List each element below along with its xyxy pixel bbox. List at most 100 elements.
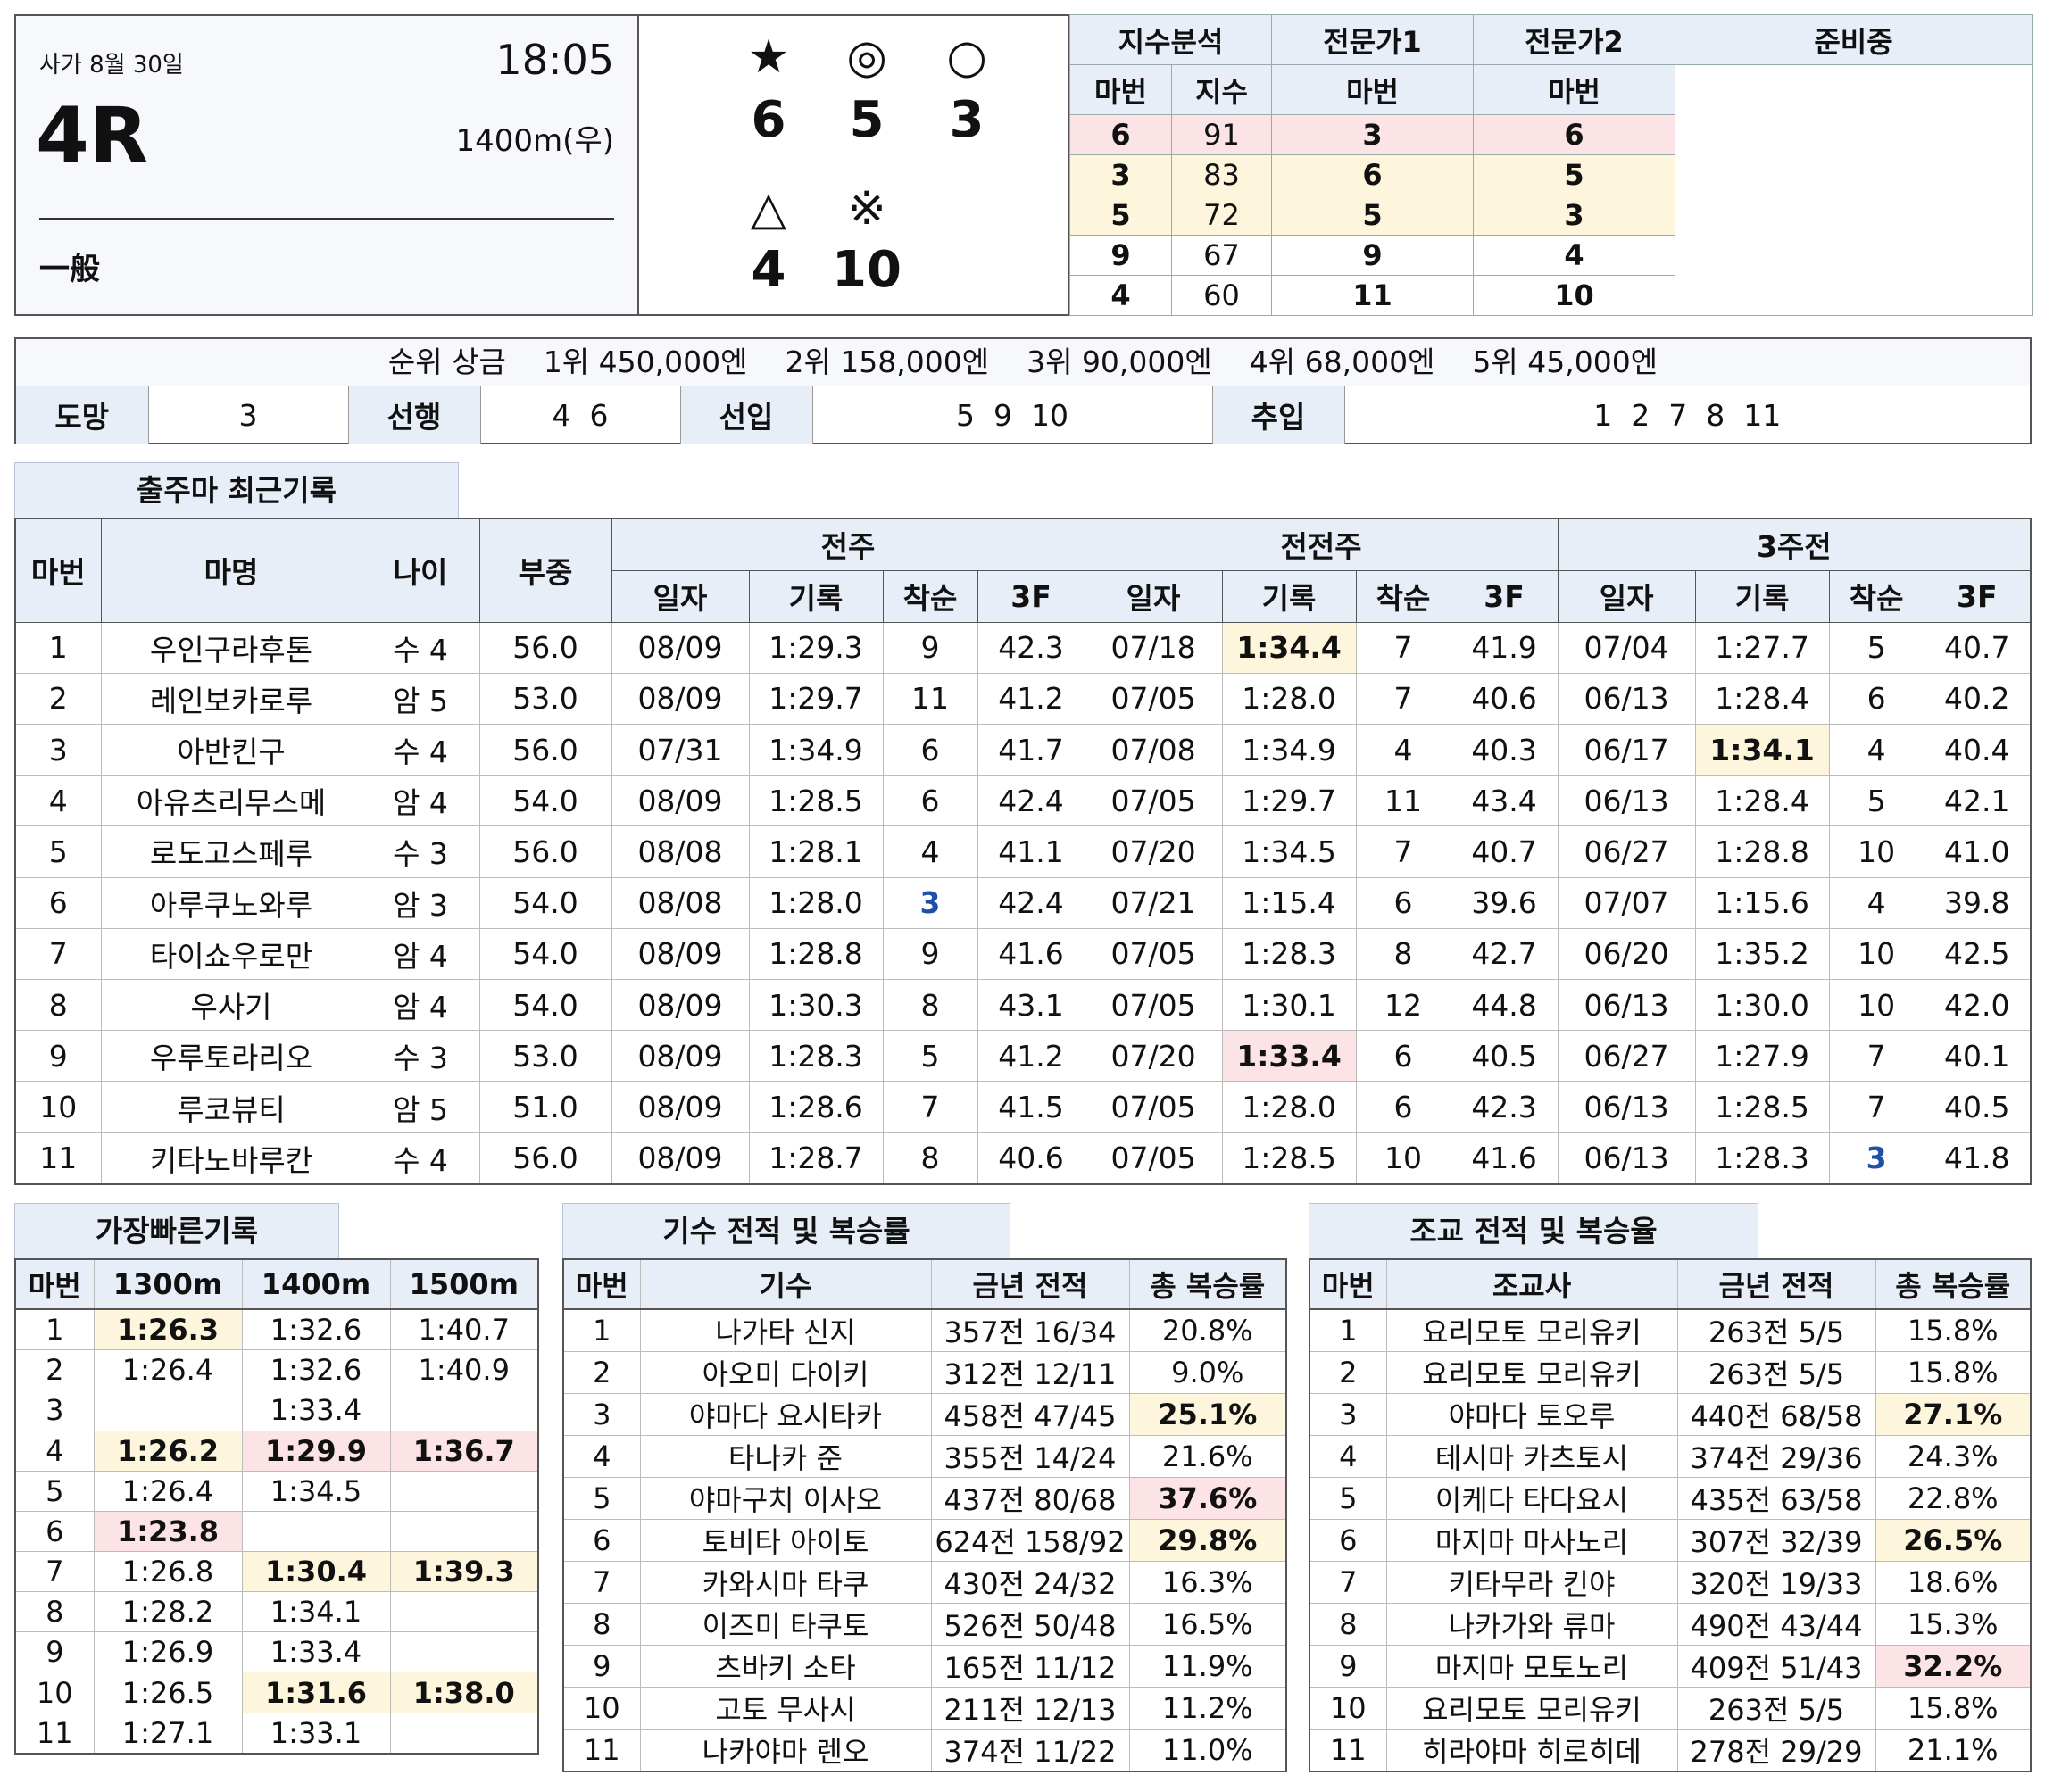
record-row-d3: 07/04 — [1557, 621, 1696, 674]
record-row-t2: 1:33.4 — [1221, 1030, 1357, 1083]
fastest-row-a: 1:26.4 — [93, 1470, 243, 1512]
fastest-col-no: 마번 — [14, 1258, 95, 1310]
style-stalker: 5 9 10 — [812, 386, 1213, 444]
record-row-r2: 7 — [1355, 825, 1451, 878]
record-row-age: 수 4 — [361, 1132, 480, 1185]
col-horse-no: 마번 — [14, 518, 102, 623]
fastest-row-c: 1:40.7 — [389, 1308, 539, 1351]
prize-1st: 1위 450,000엔 — [543, 344, 748, 379]
record-row-f1: 42.4 — [977, 775, 1085, 827]
jockey-row: 1 나가타 신지 357전 16/34 20.8% — [562, 1308, 1287, 1352]
record-row-age: 암 3 — [361, 876, 480, 929]
record-row-t2: 1:29.7 — [1221, 775, 1357, 827]
circle-icon: ○ — [946, 30, 987, 84]
style-lead: 4 6 — [480, 386, 681, 444]
record-row-name: 아루쿠노와루 — [100, 876, 362, 929]
jockey-row: 3 야마다 요시타카 458전 47/45 25.1% — [562, 1393, 1287, 1436]
trainer-row-rec: 263전 5/5 — [1676, 1687, 1876, 1730]
trainer-row-name: 이케다 타다요시 — [1385, 1477, 1678, 1520]
running-style-table: 도망 3 선행 4 6 선입 5 9 10 추입 1 2 7 8 11 — [16, 386, 2030, 444]
jockey-row-no: 6 — [562, 1519, 641, 1562]
col-date: 일자 — [1084, 569, 1223, 623]
trainer-col-name: 조교사 — [1385, 1258, 1678, 1310]
record-row-no: 8 — [14, 979, 102, 1032]
prize-panel: 순위 상금 1위 450,000엔 2위 158,000엔 3위 90,000엔… — [14, 337, 2032, 444]
record-row-t1: 1:28.6 — [748, 1081, 884, 1133]
fastest-row-no: 11 — [14, 1712, 95, 1755]
fastest-row-a: 1:26.4 — [93, 1349, 243, 1391]
jockey-row-name: 나카야마 렌오 — [639, 1729, 932, 1772]
trainer-row-name: 키타무라 킨야 — [1385, 1561, 1678, 1604]
expert2-pick: 6 — [1473, 114, 1676, 155]
trainer-row-no: 10 — [1309, 1687, 1387, 1730]
jockey-col-no: 마번 — [562, 1258, 641, 1310]
trainer-row-rec: 490전 43/44 — [1676, 1603, 1876, 1646]
jockey-row-rate: 11.0% — [1128, 1729, 1287, 1772]
record-row-f1: 42.4 — [977, 876, 1085, 929]
fastest-row-c — [389, 1712, 539, 1755]
record-row-name: 우루토라리오 — [100, 1030, 362, 1083]
record-row-f1: 43.1 — [977, 979, 1085, 1032]
record-row-wt: 56.0 — [478, 825, 612, 878]
record-row-age: 암 4 — [361, 775, 480, 827]
trainer-col-record: 금년 전적 — [1676, 1258, 1876, 1310]
index-value: 72 — [1170, 195, 1273, 236]
record-row-r3: 4 — [1828, 723, 1924, 776]
jockey-row-rate: 25.1% — [1128, 1393, 1287, 1436]
jockey-row: 6 토비타 아이토 624전 158/92 29.8% — [562, 1519, 1287, 1562]
jockey-row-rec: 624전 158/92 — [930, 1519, 1130, 1562]
record-row-age: 암 5 — [361, 1081, 480, 1133]
trainer-row-no: 3 — [1309, 1393, 1387, 1436]
fastest-row: 9 1:26.9 1:33.4 — [14, 1631, 539, 1673]
expert1-title: 전문가1 — [1271, 14, 1475, 65]
record-row: 9 우루토라리오 수 3 53.0 08/09 1:28.3 5 41.2 07/20 1:33.… — [14, 1030, 2032, 1083]
fastest-row: 2 1:26.4 1:32.6 1:40.9 — [14, 1349, 539, 1391]
jockey-row-name: 나가타 신지 — [639, 1308, 932, 1352]
jockey-col-record: 금년 전적 — [930, 1258, 1130, 1310]
record-row-r3: 10 — [1828, 979, 1924, 1032]
trainer-row-name: 요리모토 모리유키 — [1385, 1351, 1678, 1394]
pick-mark: 10 — [832, 241, 902, 299]
jockey-row: 5 야마구치 이사오 437전 80/68 37.6% — [562, 1477, 1287, 1520]
fastest-row: 5 1:26.4 1:34.5 — [14, 1470, 539, 1512]
jockey-row: 2 아오미 다이키 312전 12/11 9.0% — [562, 1351, 1287, 1394]
fastest-table: 마번 1300m 1400m 1500m 1 1:26.3 1:32.6 1:40.7… — [14, 1258, 539, 1755]
record-row-t2: 1:30.1 — [1221, 979, 1357, 1032]
fastest-row-c: 1:38.0 — [389, 1672, 539, 1713]
jockey-row-name: 츠바키 소타 — [639, 1645, 932, 1688]
fastest-row-c — [389, 1631, 539, 1673]
record-row-r3: 4 — [1828, 876, 1924, 929]
record-row-d1: 08/09 — [611, 1132, 750, 1185]
record-row-no: 11 — [14, 1132, 102, 1185]
record-row-r3: 6 — [1828, 672, 1924, 725]
record-row-name: 우인구라후톤 — [100, 621, 362, 674]
record-row-f3: 41.8 — [1923, 1132, 2032, 1185]
record-row-t1: 1:28.1 — [748, 825, 884, 878]
trainer-row: 7 키타무라 킨야 320전 19/33 18.6% — [1309, 1561, 2032, 1604]
record-row-wt: 54.0 — [478, 876, 612, 929]
record-row: 11 키타노바루칸 수 4 56.0 08/09 1:28.7 8 40.6 07/05 1:28… — [14, 1132, 2032, 1185]
record-row-d2: 07/05 — [1084, 927, 1223, 981]
record-row-t3: 1:28.4 — [1694, 775, 1830, 827]
record-row-f3: 40.7 — [1923, 621, 2032, 674]
record-row-t3: 1:28.8 — [1694, 825, 1830, 878]
record-row-r3: 7 — [1828, 1030, 1924, 1083]
fastest-row-b: 1:33.4 — [241, 1390, 391, 1431]
record-row-name: 아유츠리무스메 — [100, 775, 362, 827]
record-row-d2: 07/08 — [1084, 723, 1223, 776]
jockey-row-rate: 29.8% — [1128, 1519, 1287, 1562]
record-row-name: 아반킨구 — [100, 723, 362, 776]
jockey-row-name: 아오미 다이키 — [639, 1351, 932, 1394]
record-row-f2: 41.6 — [1450, 1132, 1559, 1185]
col-prev1: 전주 — [611, 518, 1085, 571]
trainer-row: 2 요리모토 모리유키 263전 5/5 15.8% — [1309, 1351, 2032, 1394]
record-row-t3: 1:28.3 — [1694, 1132, 1830, 1185]
record-row-d3: 06/13 — [1557, 1132, 1696, 1185]
trainer-row-rate: 32.2% — [1875, 1645, 2032, 1688]
trainer-row: 8 나카가와 류마 490전 43/44 15.3% — [1309, 1603, 2032, 1646]
fastest-row: 1 1:26.3 1:32.6 1:40.7 — [14, 1308, 539, 1351]
record-row-r2: 11 — [1355, 775, 1451, 827]
fastest-row-b: 1:31.6 — [241, 1672, 391, 1713]
jockey-title: 기수 전적 및 복승률 — [562, 1203, 1010, 1258]
jockey-row-rec: 211전 12/13 — [930, 1687, 1130, 1730]
